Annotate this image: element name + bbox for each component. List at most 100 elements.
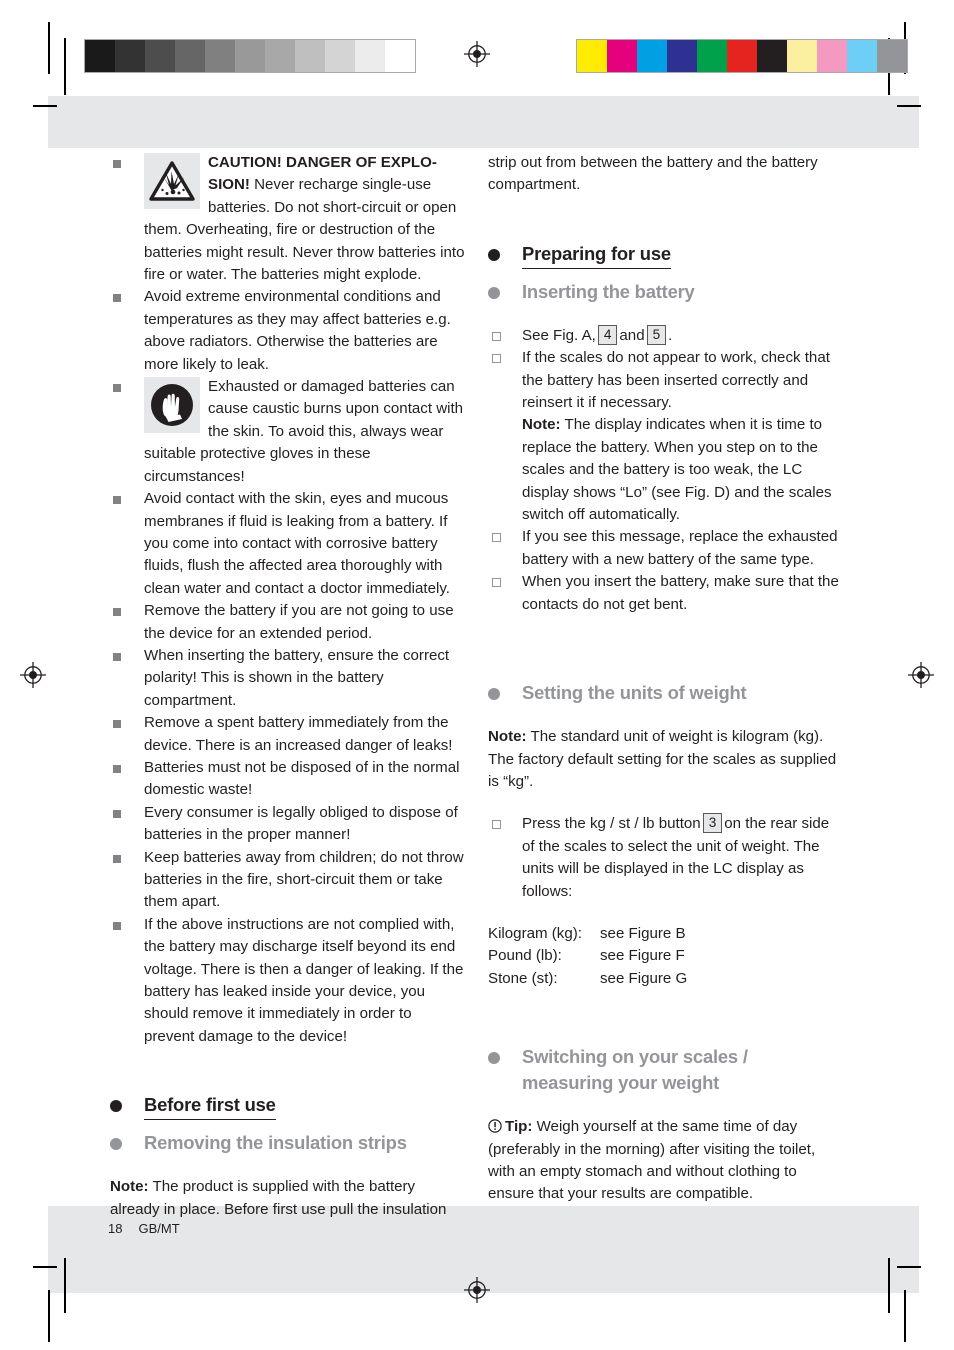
list-item: Every consumer is legally obliged to dis… (110, 802, 466, 847)
reference-number-chip[interactable]: 3 (702, 813, 723, 834)
see-figure-and: and (619, 326, 645, 344)
warning-body-text: Remove the battery if you are not going … (144, 602, 454, 642)
list-item: If the above instructions are not compli… (110, 914, 466, 1048)
heading-text: Before first use (144, 1092, 276, 1121)
warning-body-text: If the above instructions are not compli… (144, 915, 464, 1045)
unit-figure: see Figure F (600, 947, 685, 965)
hollow-square-bullet-icon (492, 354, 501, 364)
hollow-square-bullet-icon (492, 820, 501, 830)
heading-switching-on-scales: Switching on your scales / measuring you… (488, 1044, 844, 1096)
protective-gloves-icon (144, 377, 200, 434)
press-button-prefix: Press the kg / st / lb button (522, 815, 701, 833)
bullet-dot-icon (488, 1052, 500, 1065)
list-item: Remove a spent battery immediately from … (110, 712, 466, 757)
exclamation-circle-icon (488, 1118, 502, 1133)
right-column: strip out from between the battery and t… (488, 152, 844, 1206)
page-footer: 18 GB/MT (108, 1221, 180, 1236)
unit-name: Kilogram (kg): (488, 924, 582, 942)
bullet-dot-icon (488, 248, 500, 261)
square-bullet-icon (113, 294, 121, 303)
bullet-dot-icon (488, 688, 500, 701)
warning-body-text: Every consumer is legally obliged to dis… (144, 803, 458, 844)
note-text: The standard unit of weight is kilogram … (488, 728, 837, 790)
heading-text: Inserting the battery (522, 280, 695, 302)
warning-body-text: Remove a spent battery immediately from … (144, 714, 453, 754)
warning-body-text: Batteries must not be disposed of in the… (144, 758, 460, 799)
list-item: Batteries must not be disposed of in the… (110, 757, 466, 802)
heading-preparing-for-use: Preparing for use (488, 241, 844, 269)
list-item: CAUTION! DANGER OF EXPLO-SION! Never rec… (110, 152, 466, 286)
table-row: Pound (lb): see Figure F (488, 945, 844, 967)
table-row: Stone (st): see Figure G (488, 968, 844, 990)
item-text: If the scales do not appear to work, che… (522, 349, 830, 412)
list-item: See Fig. A, 4 and 5. (488, 324, 844, 347)
warning-body-text: Keep batteries away from children; do no… (144, 848, 464, 911)
square-bullet-icon (113, 608, 121, 617)
item-text: If you see this message, replace the exh… (522, 528, 838, 568)
list-item: Press the kg / st / lb button 3 on the rea… (488, 813, 844, 903)
heading-setting-units-of-weight: Setting the units of weight (488, 680, 844, 706)
warning-body-text: Avoid contact with the skin, eyes and mu… (144, 490, 450, 597)
heading-text: Setting the units of weight (522, 682, 747, 704)
note-text: The product is supplied with the battery… (110, 1178, 447, 1218)
tip-text: Weigh yourself at the same time of day (… (488, 1118, 816, 1203)
heading-text-line2: measuring your weight (522, 1072, 720, 1094)
square-bullet-icon (113, 921, 121, 930)
list-item: Avoid contact with the skin, eyes and mu… (110, 488, 466, 600)
square-bullet-icon (113, 809, 121, 818)
square-bullet-icon (113, 160, 121, 168)
list-item: If you see this message, replace the exh… (488, 526, 844, 571)
note-label: Note: (522, 416, 561, 434)
warning-body-text: When inserting the battery, ensure the c… (144, 646, 450, 709)
square-bullet-icon (113, 764, 121, 773)
see-figure-suffix: . (668, 326, 673, 344)
list-item: If the scales do not appear to work, che… (488, 347, 844, 526)
reference-number-chip[interactable]: 5 (646, 324, 667, 345)
heading-text: Removing the insulation strips (144, 1132, 407, 1154)
bullet-dot-icon (110, 1100, 122, 1113)
square-bullet-icon (113, 652, 121, 661)
list-item: Keep batteries away from children; do no… (110, 847, 466, 914)
units-table: Kilogram (kg): see Figure B Pound (lb): … (488, 923, 844, 990)
heading-inserting-the-battery: Inserting the battery (488, 279, 844, 305)
unit-name: Stone (st): (488, 969, 558, 987)
square-bullet-icon (113, 720, 121, 729)
page-number: 18 (108, 1221, 123, 1236)
heading-text-line1: Switching on your scales / (522, 1046, 748, 1068)
unit-figure: see Figure G (600, 969, 688, 987)
note-label: Note: (110, 1178, 149, 1196)
heading-removing-insulation-strips: Removing the insulation strips (110, 1130, 466, 1156)
left-column: CAUTION! DANGER OF EXPLO-SION! Never rec… (110, 152, 466, 1221)
reference-number-chip[interactable]: 4 (597, 324, 618, 345)
unit-name: Pound (lb): (488, 947, 562, 965)
units-note-paragraph: Note: The standard unit of weight is kil… (488, 726, 844, 793)
list-item: Exhausted or damaged batteries can cause… (110, 376, 466, 488)
page-content: CAUTION! DANGER OF EXPLO-SION! Never rec… (0, 0, 954, 1350)
note-label: Note: (488, 728, 527, 746)
square-bullet-icon (113, 496, 121, 505)
tip-paragraph: Tip: Weigh yourself at the same time of … (488, 1116, 844, 1206)
bullet-dot-icon (110, 1138, 122, 1151)
warning-body-text: Avoid extreme environmental conditions a… (144, 288, 451, 373)
tip-label: Tip: (505, 1118, 533, 1136)
heading-text: Preparing for use (522, 241, 671, 269)
hollow-square-bullet-icon (492, 578, 501, 588)
note-paragraph: Note: The product is supplied with the b… (110, 1176, 466, 1221)
square-bullet-icon (113, 854, 121, 863)
heading-before-first-use: Before first use (110, 1092, 466, 1121)
square-bullet-icon (113, 384, 121, 393)
explosion-warning-icon (144, 153, 200, 209)
see-figure-prefix: See Fig. A, (522, 326, 596, 344)
table-row: Kilogram (kg): see Figure B (488, 923, 844, 945)
list-item: Remove the battery if you are not going … (110, 600, 466, 645)
